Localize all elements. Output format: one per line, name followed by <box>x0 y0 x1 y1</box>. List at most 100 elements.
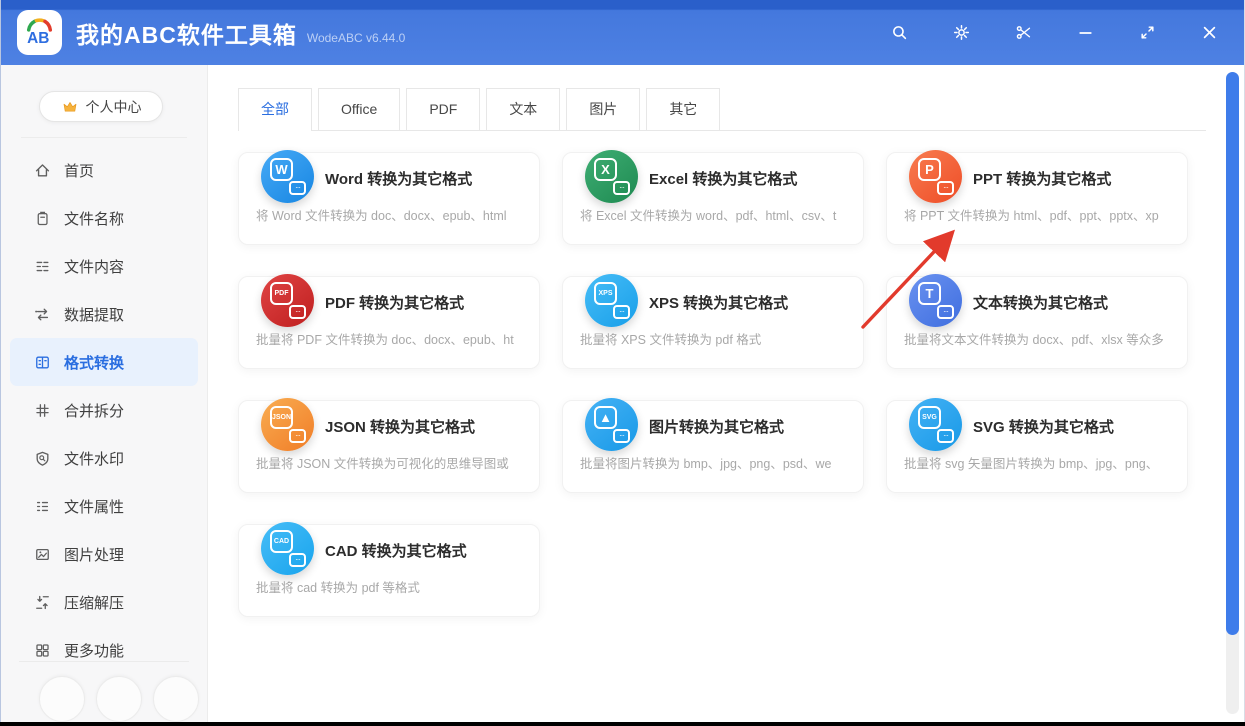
card-title: Excel 转换为其它格式 <box>649 171 798 188</box>
format-badge-icon: PDF <box>261 274 314 327</box>
sidebar-bottom-button[interactable] <box>96 676 142 722</box>
conversion-card[interactable]: PDF PDF 转换为其它格式 批量将 PDF 文件转换为 doc、docx、e… <box>238 274 540 369</box>
sidebar-item[interactable]: 合并拆分 <box>1 386 207 434</box>
category-tab[interactable]: 图片 <box>566 88 641 130</box>
category-tab[interactable]: 其它 <box>646 88 721 130</box>
search-icon <box>891 24 908 41</box>
titlebar-button[interactable] <box>1139 24 1156 41</box>
tab-label: 图片 <box>589 101 618 117</box>
conversion-card[interactable]: XPS XPS 转换为其它格式 批量将 XPS 文件转换为 pdf 格式 <box>562 274 864 369</box>
sidebar: 个人中心 首页 文件名称 文件内容 数据提取 格式转换 合并拆分 文件水印 文件… <box>1 65 208 722</box>
titlebar-button[interactable] <box>1015 24 1032 41</box>
tab-label: PDF <box>429 101 458 117</box>
card-title: 文本转换为其它格式 <box>973 295 1109 312</box>
sidebar-item[interactable]: 文件名称 <box>1 194 207 242</box>
conversion-card[interactable]: T 文本转换为其它格式 批量将文本文件转换为 docx、pdf、xlsx 等众多 <box>886 274 1188 369</box>
convert-target-icon <box>289 553 306 567</box>
card-description: 批量将 cad 转换为 pdf 等格式 <box>256 581 420 595</box>
tab-label: Office <box>341 101 378 117</box>
conversion-card[interactable]: X Excel 转换为其它格式 将 Excel 文件转换为 word、pdf、h… <box>562 150 864 245</box>
close-icon <box>1201 24 1218 41</box>
sidebar-item[interactable]: 文件内容 <box>1 242 207 290</box>
convert-target-icon <box>613 305 630 319</box>
main-content: 全部 Office PDF 文本 图片 其它 W ··· Word 转换为其它格… <box>208 65 1244 722</box>
sidebar-bottom-button[interactable] <box>39 676 85 722</box>
sidebar-item[interactable]: 文件水印 <box>1 434 207 482</box>
personal-center-label: 个人中心 <box>85 98 142 115</box>
minimize-icon <box>1077 24 1094 41</box>
data-extract-icon <box>34 306 51 323</box>
tab-label: 其它 <box>669 101 698 117</box>
category-tabs: 全部 Office PDF 文本 图片 其它 <box>238 88 1206 131</box>
conversion-cards: W Word 转换为其它格式 将 Word 文件转换为 doc、docx、epu… <box>238 150 1244 617</box>
card-description: 批量将 PDF 文件转换为 doc、docx、epub、ht <box>256 333 514 347</box>
category-tab[interactable]: PDF <box>406 88 481 130</box>
convert-target-icon <box>289 429 306 443</box>
category-tab[interactable]: Office <box>318 88 401 130</box>
card-description: 将 PPT 文件转换为 html、pdf、ppt、pptx、xp <box>904 209 1159 223</box>
sidebar-item-label: 更多功能 <box>64 642 125 660</box>
crown-icon <box>63 101 76 112</box>
sidebar-item[interactable]: 首页 <box>1 146 207 194</box>
sidebar-item-label: 格式转换 <box>64 354 125 372</box>
card-description: 批量将 svg 矢量图片转换为 bmp、jpg、png、 <box>904 457 1159 471</box>
tab-label: 文本 <box>509 101 538 117</box>
titlebar-button[interactable] <box>1077 24 1094 41</box>
card-title: JSON 转换为其它格式 <box>325 419 476 436</box>
card-description: 批量将图片转换为 bmp、jpg、png、psd、we <box>580 457 832 471</box>
scissors-icon <box>1015 24 1032 41</box>
format-badge-icon: ▲ <box>585 398 638 451</box>
format-convert-icon <box>34 354 51 371</box>
app-window: AB 我的ABC软件工具箱 WodeABC v6.44.0 个人中心 首页 文件… <box>0 0 1245 722</box>
sidebar-item-label: 首页 <box>64 162 95 180</box>
sidebar-item[interactable]: 图片处理 <box>1 530 207 578</box>
format-badge-icon: X <box>585 150 638 203</box>
sidebar-item[interactable]: 压缩解压 <box>1 578 207 626</box>
personal-center-button[interactable]: 个人中心 <box>39 91 163 122</box>
titlebar-button[interactable] <box>953 24 970 41</box>
merge-split-icon <box>34 402 51 419</box>
app-version: WodeABC v6.44.0 <box>306 30 406 45</box>
titlebar-button[interactable] <box>891 24 908 41</box>
convert-target-icon <box>289 305 306 319</box>
conversion-card[interactable]: CAD CAD 转换为其它格式 批量将 cad 转换为 pdf 等格式 <box>238 522 540 617</box>
sidebar-menu: 首页 文件名称 文件内容 数据提取 格式转换 合并拆分 文件水印 文件属性 图片… <box>1 146 207 674</box>
sidebar-item[interactable]: 文件属性 <box>1 482 207 530</box>
format-badge-icon: SVG <box>909 398 962 451</box>
card-title: CAD 转换为其它格式 <box>325 543 467 560</box>
compress-icon <box>34 594 51 611</box>
card-title: SVG 转换为其它格式 <box>973 419 1114 436</box>
conversion-card[interactable]: SVG SVG 转换为其它格式 批量将 svg 矢量图片转换为 bmp、jpg、… <box>886 398 1188 493</box>
resize-icon <box>1139 24 1156 41</box>
svg-text:AB: AB <box>27 30 49 47</box>
convert-target-icon <box>937 429 954 443</box>
conversion-card[interactable]: W Word 转换为其它格式 将 Word 文件转换为 doc、docx、epu… <box>238 150 540 245</box>
titlebar: AB 我的ABC软件工具箱 WodeABC v6.44.0 <box>1 0 1244 65</box>
settings-gear-icon <box>953 24 970 41</box>
sidebar-item-label: 文件水印 <box>64 450 125 468</box>
card-description: 批量将 XPS 文件转换为 pdf 格式 <box>580 333 762 347</box>
watermark-icon <box>34 450 51 467</box>
sidebar-item[interactable]: 数据提取 <box>1 290 207 338</box>
conversion-card[interactable]: ▲ 图片转换为其它格式 批量将图片转换为 bmp、jpg、png、psd、we <box>562 398 864 493</box>
sidebar-item-label: 文件名称 <box>64 210 125 228</box>
file-content-icon <box>34 258 51 275</box>
sidebar-item[interactable]: 格式转换 <box>10 338 198 386</box>
app-title: 我的ABC软件工具箱 <box>76 21 297 48</box>
conversion-card[interactable]: JSON JSON 转换为其它格式 批量将 JSON 文件转换为可视化的思维导图… <box>238 398 540 493</box>
conversion-card[interactable]: P PPT 转换为其它格式 将 PPT 文件转换为 html、pdf、ppt、p… <box>886 150 1188 245</box>
tab-label: 全部 <box>261 101 289 117</box>
category-tab[interactable]: 全部 <box>238 88 312 131</box>
sidebar-bottom-button[interactable] <box>153 676 199 722</box>
home-icon <box>34 162 51 179</box>
titlebar-button[interactable] <box>1201 24 1218 41</box>
card-description: 将 Word 文件转换为 doc、docx、epub、html <box>256 209 507 223</box>
convert-target-icon <box>937 305 954 319</box>
card-title: XPS 转换为其它格式 <box>649 295 789 312</box>
category-tab[interactable]: 文本 <box>486 88 561 130</box>
card-description: 将 Excel 文件转换为 word、pdf、html、csv、t <box>580 209 837 223</box>
format-badge-icon: W <box>261 150 314 203</box>
card-description: 批量将文本文件转换为 docx、pdf、xlsx 等众多 <box>904 333 1164 347</box>
scrollbar-thumb[interactable] <box>1226 72 1239 635</box>
convert-target-icon <box>937 181 954 195</box>
